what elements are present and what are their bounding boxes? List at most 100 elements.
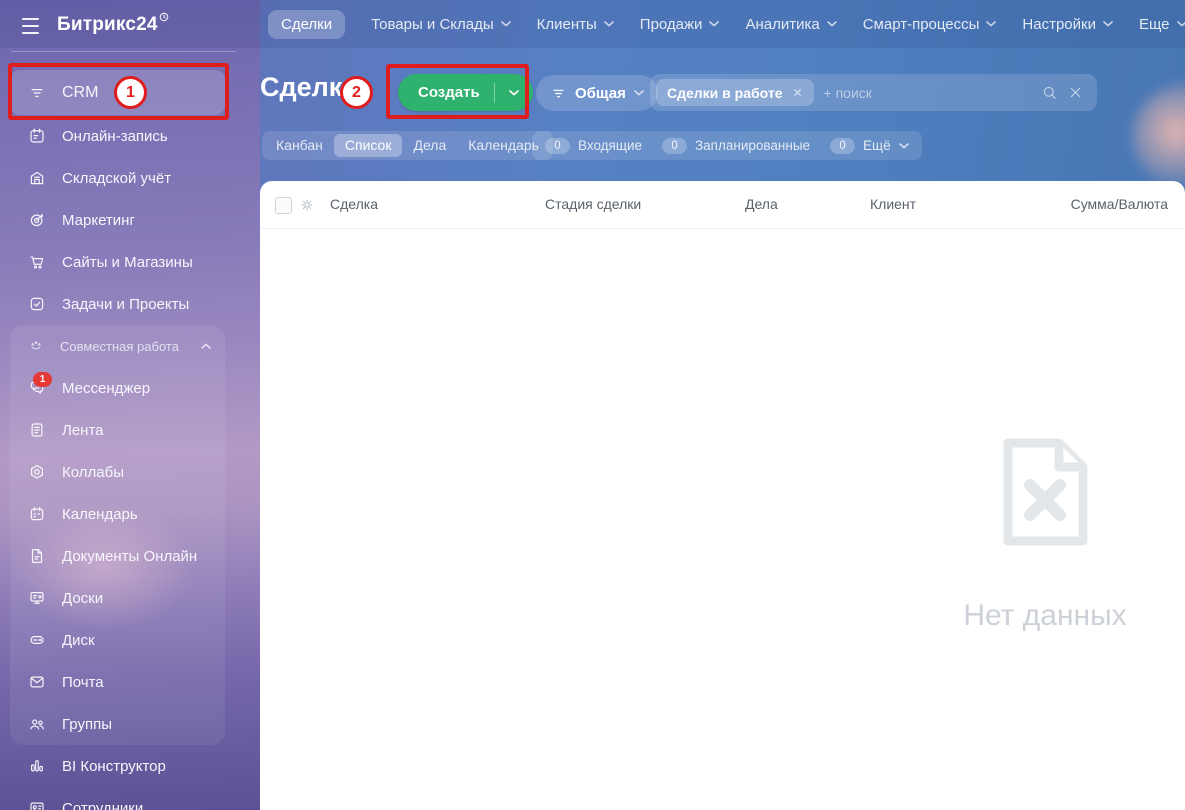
sidebar-item-мессенджер[interactable]: 1 Мессенджер: [10, 367, 225, 409]
topnav-item-клиенты[interactable]: Клиенты: [537, 16, 614, 33]
column-header-4[interactable]: Сумма/Валюта: [1071, 181, 1168, 228]
column-header-2[interactable]: Дела: [745, 181, 778, 228]
counter-label: Запланированные: [695, 138, 811, 153]
counter-ещё[interactable]: 0 Ещё: [820, 137, 919, 154]
search-icon[interactable]: [1041, 84, 1058, 101]
topnav-item-label: Настройки: [1022, 15, 1096, 33]
clear-search-icon[interactable]: [1067, 84, 1084, 101]
sidebar-item-label: Диск: [62, 631, 95, 649]
sidebar-item-коллабы[interactable]: Коллабы: [10, 451, 225, 493]
sidebar-item-онлайн-запись[interactable]: Онлайн-запись: [10, 115, 225, 157]
select-all-checkbox[interactable]: [275, 197, 292, 214]
sidebar-item-задачи-и-проекты[interactable]: Задачи и Проекты: [10, 283, 225, 325]
menu-icon[interactable]: [22, 18, 39, 34]
view-tab-дела[interactable]: Дела: [402, 134, 457, 157]
sidebar-item-сайты-и-магазины[interactable]: Сайты и Магазины: [10, 241, 225, 283]
topnav-item-label: Клиенты: [536, 15, 597, 33]
id-card-icon: [28, 799, 46, 810]
view-tab-список[interactable]: Список: [333, 134, 403, 157]
counter-запланированные[interactable]: 0 Запланированные: [652, 137, 820, 154]
sidebar-section-collaboration[interactable]: Совместная работа: [10, 325, 225, 367]
topnav-item-смарт-процессы[interactable]: Смарт-процессы: [863, 16, 997, 33]
sidebar-item-календарь[interactable]: Календарь: [10, 493, 225, 535]
brand-name: Битрикс24: [57, 14, 158, 35]
sidebar-item-диск[interactable]: Диск: [10, 619, 225, 661]
gear-icon[interactable]: [299, 197, 315, 213]
annotation-step-2: 2: [340, 76, 373, 109]
background-decoration: [1132, 84, 1185, 189]
topnav-item-товары-и-склады[interactable]: Товары и Склады: [371, 16, 511, 33]
topnav-item-настройки[interactable]: Настройки: [1022, 16, 1113, 33]
topnav-item-еще[interactable]: Еще: [1139, 16, 1185, 33]
board-icon: [28, 589, 46, 607]
column-header-1[interactable]: Стадия сделки: [545, 181, 641, 228]
clock-icon: [159, 12, 169, 22]
chevron-down-icon: [508, 89, 519, 96]
empty-state: Нет данных: [900, 436, 1185, 633]
chevron-up-icon[interactable]: [201, 343, 211, 349]
chevron-down-icon: [1103, 21, 1113, 27]
topnav-item-label: Смарт-процессы: [862, 15, 980, 33]
disk-icon: [28, 631, 46, 649]
sidebar-item-сотрудники[interactable]: Сотрудники: [10, 787, 225, 810]
sidebar-item-bi-конструктор[interactable]: BI Конструктор: [10, 745, 225, 787]
warehouse-icon: [28, 169, 46, 187]
groups-icon: [28, 715, 46, 733]
top-navigation: Сделки Товары и Склады Клиенты Продажи Анали…: [268, 0, 1185, 48]
search-placeholder: + поиск: [823, 84, 872, 101]
sidebar-item-группы[interactable]: Группы: [10, 703, 225, 745]
unread-badge: 1: [33, 372, 52, 387]
view-tab-канбан[interactable]: Канбан: [265, 134, 334, 157]
sidebar-section-label: Совместная работа: [60, 338, 179, 354]
topnav-item-label: Продажи: [639, 15, 703, 33]
task-check-icon: [28, 295, 46, 313]
remove-filter-icon[interactable]: [792, 87, 803, 98]
sidebar-item-label: BI Конструктор: [62, 757, 166, 775]
filter-tag-label: Сделки в работе: [667, 84, 783, 101]
search-bar[interactable]: Сделки в работе + поиск: [650, 74, 1097, 111]
brand-logo[interactable]: Битрикс24: [57, 12, 169, 36]
topnav-item-продажи[interactable]: Продажи: [640, 16, 720, 33]
sidebar-item-label: Сотрудники: [62, 799, 144, 810]
topnav-item-label: Сделки: [281, 15, 333, 33]
topnav-item-сделки[interactable]: Сделки: [268, 9, 346, 39]
sidebar-item-label: Лента: [62, 421, 104, 439]
funnel-icon: [28, 84, 46, 102]
funnel-icon: [550, 85, 567, 102]
funnel-selector[interactable]: Общая: [536, 75, 658, 111]
document-icon: [28, 547, 46, 565]
create-deal-button[interactable]: Создать: [398, 74, 533, 111]
chevron-down-icon: [986, 21, 997, 27]
no-data-document-icon: [999, 436, 1091, 553]
sidebar-divider: [11, 51, 236, 52]
sidebar-item-label: Маркетинг: [62, 211, 135, 229]
app-window: Битрикс24 Сделки Товары и Склады Клиенты Пр…: [0, 0, 1185, 810]
filter-tag[interactable]: Сделки в работе: [656, 79, 814, 106]
chevron-down-icon: [898, 142, 909, 149]
sidebar-item-лента[interactable]: Лента: [10, 409, 225, 451]
create-button-label: Создать: [418, 84, 480, 101]
funnel-selector-label: Общая: [575, 84, 626, 102]
sidebar-item-доски[interactable]: Доски: [10, 577, 225, 619]
sidebar-item-почта[interactable]: Почта: [10, 661, 225, 703]
collabs-icon: [28, 463, 46, 481]
chevron-down-icon: [634, 90, 644, 96]
counter-входящие[interactable]: 0 Входящие: [535, 137, 652, 154]
chevron-down-icon: [709, 21, 720, 27]
sidebar-item-складской-учёт[interactable]: Складской учёт: [10, 157, 225, 199]
sidebar-item-label: Доски: [62, 589, 104, 607]
topnav-item-label: Еще: [1138, 15, 1170, 33]
sidebar-item-label: Складской учёт: [62, 169, 172, 187]
column-header-3[interactable]: Клиент: [870, 181, 916, 228]
column-header-0[interactable]: Сделка: [330, 181, 378, 228]
create-button-dropdown[interactable]: [495, 89, 533, 96]
deals-table-panel: Сделка Стадия сделки Дела Клиент Сумма/Валют…: [260, 181, 1185, 810]
topnav-item-аналитика[interactable]: Аналитика: [745, 16, 837, 33]
sidebar-item-label: Группы: [62, 715, 112, 733]
sidebar-item-документы-онлайн[interactable]: Документы Онлайн: [10, 535, 225, 577]
messenger-icon: 1: [28, 372, 52, 397]
sidebar-item-маркетинг[interactable]: Маркетинг: [10, 199, 225, 241]
counter-label: Ещё: [863, 138, 891, 153]
view-tabs: Канбан Список Дела Календарь: [262, 131, 553, 160]
calendar-icon: [28, 505, 46, 523]
